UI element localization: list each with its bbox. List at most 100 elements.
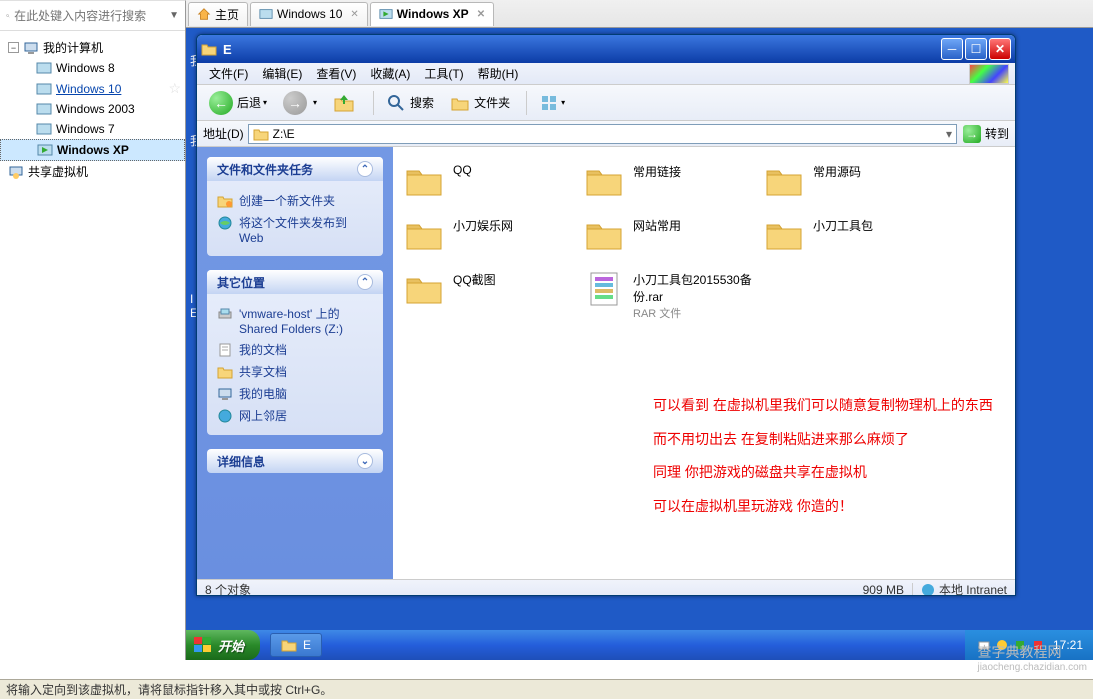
menu-bar: 文件(F) 编辑(E) 查看(V) 收藏(A) 工具(T) 帮助(H)	[197, 63, 1015, 85]
folder-item[interactable]: QQ截图	[403, 267, 583, 321]
dropdown-icon[interactable]: ▾	[946, 127, 952, 141]
back-arrow-icon: ←	[209, 91, 233, 115]
status-zone: 本地 Intranet	[939, 581, 1007, 596]
tab-windowsxp[interactable]: Windows XP ✕	[370, 2, 494, 26]
vm-running-icon	[37, 142, 53, 158]
address-label: 地址(D)	[203, 125, 244, 142]
tray-icon[interactable]	[995, 638, 1009, 652]
search-dropdown-icon[interactable]: ▼	[169, 10, 179, 21]
dropdown-icon[interactable]: ▾	[561, 98, 565, 107]
search-button[interactable]: 搜索	[380, 91, 440, 115]
folders-button[interactable]: 文件夹	[444, 91, 516, 115]
chevron-down-icon[interactable]: ⌄	[357, 453, 373, 469]
search-input[interactable]	[14, 9, 169, 23]
dropdown-icon[interactable]: ▾	[263, 98, 267, 107]
folder-label: 常用源码	[813, 159, 861, 180]
chevron-up-icon[interactable]: ⌃	[357, 274, 373, 290]
menu-favorites[interactable]: 收藏(A)	[364, 63, 416, 84]
folder-item[interactable]: 网站常用	[583, 213, 763, 255]
document-icon	[217, 342, 233, 358]
chevron-up-icon[interactable]: ⌃	[357, 161, 373, 177]
close-tab-icon[interactable]: ✕	[477, 9, 485, 20]
views-icon	[539, 93, 559, 113]
vm-icon	[259, 7, 273, 21]
new-folder-icon	[217, 193, 233, 209]
address-bar: 地址(D) Z:\E ▾ → 转到	[197, 121, 1015, 147]
task-publish-web[interactable]: 将这个文件夹发布到 Web	[217, 214, 373, 245]
close-button[interactable]: ✕	[989, 38, 1011, 60]
network-drive-icon	[217, 306, 233, 322]
folder-label: QQ	[453, 159, 472, 177]
tree-shared[interactable]: 共享虚拟机	[0, 161, 185, 182]
tree-item-win2003[interactable]: Windows 2003	[0, 99, 185, 119]
other-shared-folder[interactable]: 'vmware-host' 上的 Shared Folders (Z:)	[217, 305, 373, 336]
other-panel: 其它位置 ⌃ 'vmware-host' 上的 Shared Folders (…	[207, 270, 383, 435]
windows-logo-icon	[969, 64, 1009, 84]
back-button[interactable]: ← 后退 ▾	[203, 89, 273, 117]
tree-item-win7[interactable]: Windows 7	[0, 119, 185, 139]
other-header[interactable]: 其它位置 ⌃	[207, 270, 383, 294]
favorite-star-icon[interactable]: ☆	[168, 80, 181, 97]
titlebar[interactable]: E ─ ☐ ✕	[197, 35, 1015, 63]
dropdown-icon[interactable]: ▾	[313, 98, 317, 107]
folder-item[interactable]: QQ	[403, 159, 583, 201]
folder-icon	[217, 364, 233, 380]
vm-viewport[interactable]: 我 我 IE E ─ ☐ ✕ 文件(F) 编辑(E) 查看(V) 收藏(A) 工…	[186, 28, 1093, 660]
search-icon	[386, 93, 406, 113]
file-item-rar[interactable]: 小刀工具包2015530备份.rarRAR 文件	[583, 267, 763, 321]
host-status-bar: 将输入定向到该虚拟机，请将鼠标指针移入其中或按 Ctrl+G。	[0, 679, 1093, 699]
go-button[interactable]: → 转到	[963, 125, 1009, 143]
menu-file[interactable]: 文件(F)	[203, 63, 254, 84]
tray-icon[interactable]	[1031, 638, 1045, 652]
folder-icon	[403, 213, 445, 255]
tab-home[interactable]: 主页	[188, 2, 248, 26]
other-mydocs[interactable]: 我的文档	[217, 341, 373, 358]
task-new-folder[interactable]: 创建一个新文件夹	[217, 192, 373, 209]
tasks-header[interactable]: 文件和文件夹任务 ⌃	[207, 157, 383, 181]
folder-item[interactable]: 常用源码	[763, 159, 943, 201]
tray-icon[interactable]	[977, 638, 991, 652]
menu-tools[interactable]: 工具(T)	[418, 63, 469, 84]
folder-view[interactable]: QQ 常用链接 常用源码小刀娱乐网 网站常用 小刀工具包 QQ截图小刀工具包2015530…	[393, 147, 1015, 579]
tray-icon[interactable]	[1013, 638, 1027, 652]
tree-item-winxp[interactable]: Windows XP	[0, 139, 185, 161]
other-shareddocs[interactable]: 共享文档	[217, 363, 373, 380]
network-icon	[217, 408, 233, 424]
folders-icon	[450, 93, 470, 113]
computer-icon	[217, 386, 233, 402]
tree-root[interactable]: − 我的计算机	[0, 37, 185, 58]
minimize-button[interactable]: ─	[941, 38, 963, 60]
forward-button[interactable]: → ▾	[277, 89, 323, 117]
maximize-button[interactable]: ☐	[965, 38, 987, 60]
detail-header[interactable]: 详细信息 ⌄	[207, 449, 383, 473]
menu-view[interactable]: 查看(V)	[310, 63, 362, 84]
other-mycomputer[interactable]: 我的电脑	[217, 385, 373, 402]
folder-item[interactable]: 常用链接	[583, 159, 763, 201]
vm-search[interactable]: ▼	[0, 1, 185, 31]
folder-item[interactable]: 小刀工具包	[763, 213, 943, 255]
folder-icon	[403, 267, 445, 309]
taskbar-item[interactable]: E	[270, 633, 322, 657]
menu-edit[interactable]: 编辑(E)	[256, 63, 308, 84]
menu-help[interactable]: 帮助(H)	[472, 63, 525, 84]
system-tray[interactable]: 17:21	[965, 630, 1093, 660]
tree-item-win10[interactable]: Windows 10 ☆	[0, 78, 185, 99]
folder-icon	[403, 159, 445, 201]
start-button[interactable]: 开始	[186, 630, 260, 660]
views-button[interactable]: ▾	[533, 91, 571, 115]
windows-logo-icon	[194, 637, 212, 653]
up-button[interactable]	[327, 90, 363, 116]
file-label: 小刀工具包2015530备份.rarRAR 文件	[633, 267, 763, 321]
folder-icon	[281, 637, 297, 653]
folder-label: 网站常用	[633, 213, 681, 234]
address-input[interactable]: Z:\E ▾	[248, 124, 957, 144]
tray-clock: 17:21	[1053, 638, 1083, 652]
folder-item[interactable]: 小刀娱乐网	[403, 213, 583, 255]
collapse-icon[interactable]: −	[8, 42, 19, 53]
tab-windows10[interactable]: Windows 10 ✕	[250, 2, 368, 26]
toolbar: ← 后退 ▾ → ▾ 搜索	[197, 85, 1015, 121]
address-value: Z:\E	[273, 127, 295, 141]
other-network[interactable]: 网上邻居	[217, 407, 373, 424]
close-tab-icon[interactable]: ✕	[350, 9, 358, 20]
tree-item-win8[interactable]: Windows 8	[0, 58, 185, 78]
